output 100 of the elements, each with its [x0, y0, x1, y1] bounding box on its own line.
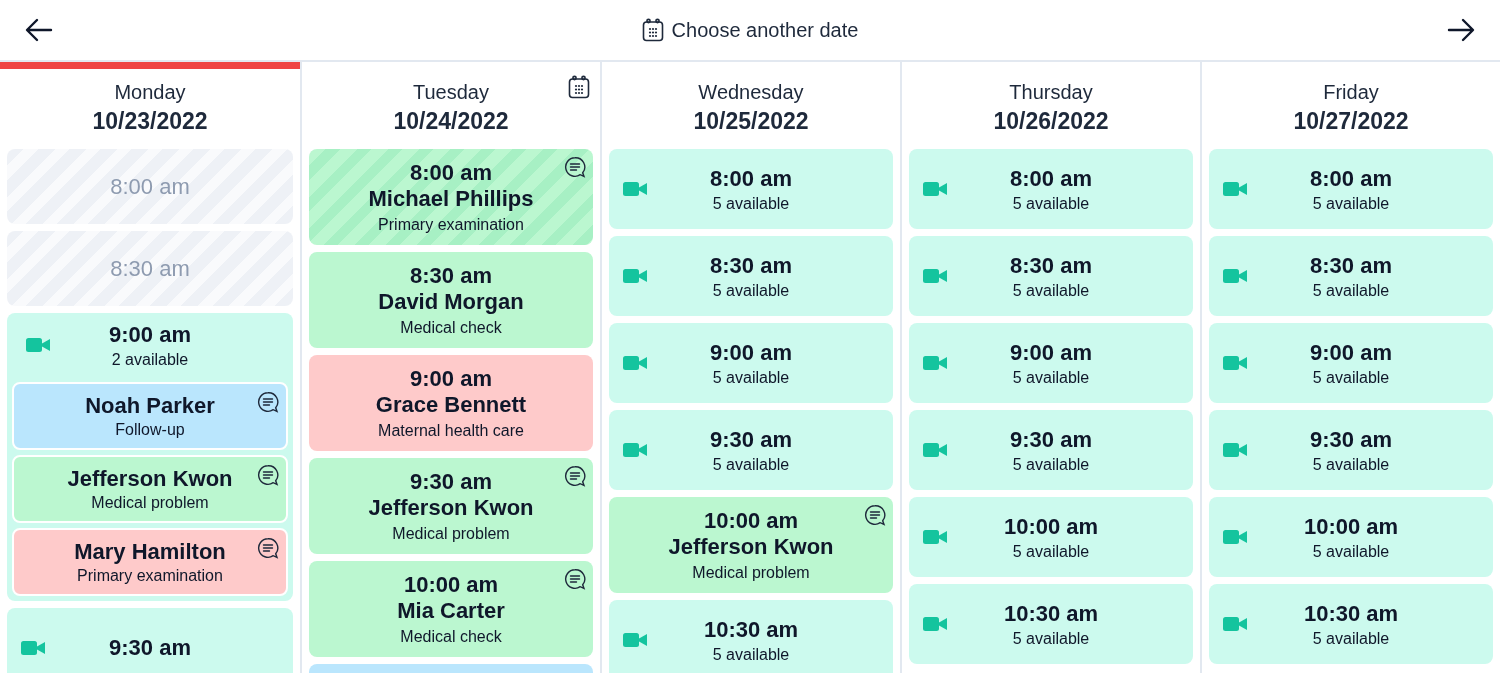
availability-count: 5 available [1312, 281, 1390, 300]
appointment-card[interactable]: 9:00 am Grace Bennett Maternal health care [309, 355, 593, 451]
slot-time: 10:30 am [1003, 600, 1099, 627]
slot-time: 8:00 am [710, 165, 792, 192]
visit-reason: Medical problem [692, 564, 810, 582]
video-camera-icon [923, 442, 947, 458]
availability-count: 2 available [111, 350, 189, 369]
open-slot[interactable]: 9:30 am 5 available [1209, 410, 1493, 490]
video-camera-icon [1223, 355, 1247, 371]
slot-time: 9:00 am [410, 366, 492, 392]
open-slot[interactable]: 9:00 am 5 available [1209, 323, 1493, 403]
slot-time: 10:00 am [403, 572, 499, 598]
slot-time: 8:00 am [1010, 165, 1092, 192]
slot-time: 9:30 am [1010, 426, 1092, 453]
slot-time: 9:00 am [1010, 339, 1092, 366]
day-name: Monday [114, 81, 186, 104]
video-camera-icon [923, 355, 947, 371]
availability-count: 5 available [1012, 194, 1090, 213]
chat-icon[interactable] [256, 536, 280, 560]
open-slot[interactable]: 9:30 am 5 available [909, 410, 1193, 490]
patient-name: David Morgan [378, 289, 524, 315]
appointment-card[interactable]: 10:00 am Jefferson Kwon Medical problem [609, 497, 893, 593]
visit-reason: Primary examination [378, 216, 524, 234]
slot-time: 8:30 am [1310, 252, 1392, 279]
chat-icon[interactable] [563, 464, 587, 488]
video-camera-icon [623, 268, 647, 284]
patient-name: Jefferson Kwon [368, 495, 534, 521]
availability-count: 5 available [1312, 542, 1390, 561]
open-slot[interactable]: 9:00 am 5 available [909, 323, 1193, 403]
open-slot[interactable]: 9:00 am 2 available Noah Parker Follow-up Jefferson Kwon Medical problem Mary Hamilton Primary examination [7, 313, 293, 601]
patient-name: Michael Phillips [368, 186, 534, 212]
day-date: 10/26/2022 [993, 108, 1109, 135]
slot-time: 10:00 am [703, 508, 799, 534]
chat-icon[interactable] [563, 155, 587, 179]
choose-date-button[interactable]: Choose another date [637, 14, 863, 46]
slot-time: 9:30 am [1310, 426, 1392, 453]
availability-count: 5 available [712, 645, 790, 664]
day-date: 10/25/2022 [693, 108, 809, 135]
open-slot[interactable]: 8:30 am 5 available [1209, 236, 1493, 316]
open-slot[interactable]: 9:30 am [7, 608, 293, 673]
appointment-card[interactable]: Noah Parker Follow-up [12, 382, 288, 450]
patient-name: Mia Carter [397, 598, 505, 624]
slot-time: 10:30 am [1303, 600, 1399, 627]
video-camera-icon [923, 616, 947, 632]
visit-reason: Medical problem [91, 494, 209, 512]
availability-count: 5 available [712, 281, 790, 300]
calendar-icon[interactable] [641, 18, 664, 42]
availability-count: 5 available [1312, 368, 1390, 387]
video-camera-icon [923, 181, 947, 197]
open-slot[interactable]: 10:00 am 5 available [909, 497, 1193, 577]
availability-count: 5 available [712, 368, 790, 387]
open-slot[interactable]: 10:30 am 5 available [609, 600, 893, 673]
open-slot[interactable]: 10:30 am 5 available [1209, 584, 1493, 664]
availability-count: 5 available [712, 455, 790, 474]
video-camera-icon [26, 337, 50, 353]
chat-icon[interactable] [563, 567, 587, 591]
video-camera-icon [1223, 181, 1247, 197]
availability-count: 5 available [1312, 629, 1390, 648]
slot-time: 10:00 am [1303, 513, 1399, 540]
video-camera-icon [1223, 616, 1247, 632]
chat-icon[interactable] [256, 390, 280, 414]
video-camera-icon [1223, 442, 1247, 458]
calendar-icon[interactable] [568, 75, 590, 99]
appointment-card[interactable]: Jefferson Kwon Medical problem [12, 455, 288, 523]
appointment-card[interactable]: 8:30 am David Morgan Medical check [309, 252, 593, 348]
chat-icon[interactable] [863, 503, 887, 527]
day-date: 10/23/2022 [92, 108, 208, 135]
slot-time: 9:00 am [710, 339, 792, 366]
video-camera-icon [623, 355, 647, 371]
open-slot[interactable]: 8:00 am 5 available [909, 149, 1193, 229]
slot-time: 8:30 am [1010, 252, 1092, 279]
appointment-card[interactable]: 9:30 am Jefferson Kwon Medical problem [309, 458, 593, 554]
slot-time: 9:30 am [109, 635, 191, 661]
slot-time: 8:30 am [710, 252, 792, 279]
open-slot[interactable]: 9:00 am 5 available [609, 323, 893, 403]
slot-time: 9:00 am [109, 321, 191, 348]
video-camera-icon [623, 442, 647, 458]
open-slot[interactable]: 10:30 am 5 available [909, 584, 1193, 664]
open-slot[interactable]: 8:30 am 5 available [609, 236, 893, 316]
appointment-card[interactable]: 8:00 am Michael Phillips Primary examination [309, 149, 593, 245]
patient-name: Jefferson Kwon [67, 466, 233, 492]
visit-reason: Medical check [400, 628, 502, 646]
patient-name: Noah Parker [85, 393, 215, 419]
day-date: 10/27/2022 [1293, 108, 1409, 135]
open-slot[interactable]: 8:00 am 5 available [609, 149, 893, 229]
slot-time: 8:30 am [410, 263, 492, 289]
appointment-card[interactable]: 10:00 am Mia Carter Medical check [309, 561, 593, 657]
patient-name: Jefferson Kwon [668, 534, 834, 560]
slot-time: 8:30 am [110, 255, 190, 282]
slot-time: 10:00 am [1003, 513, 1099, 540]
chat-icon[interactable] [256, 463, 280, 487]
open-slot[interactable]: 8:00 am 5 available [1209, 149, 1493, 229]
open-slot[interactable]: 10:00 am 5 available [1209, 497, 1493, 577]
day-name: Thursday [1009, 81, 1093, 104]
slot-time: 9:30 am [410, 469, 492, 495]
video-camera-icon [623, 632, 647, 648]
appointment-card[interactable]: Mary Hamilton Primary examination [12, 528, 288, 596]
open-slot[interactable]: 9:30 am 5 available [609, 410, 893, 490]
video-camera-icon [1223, 529, 1247, 545]
open-slot[interactable]: 8:30 am 5 available [909, 236, 1193, 316]
